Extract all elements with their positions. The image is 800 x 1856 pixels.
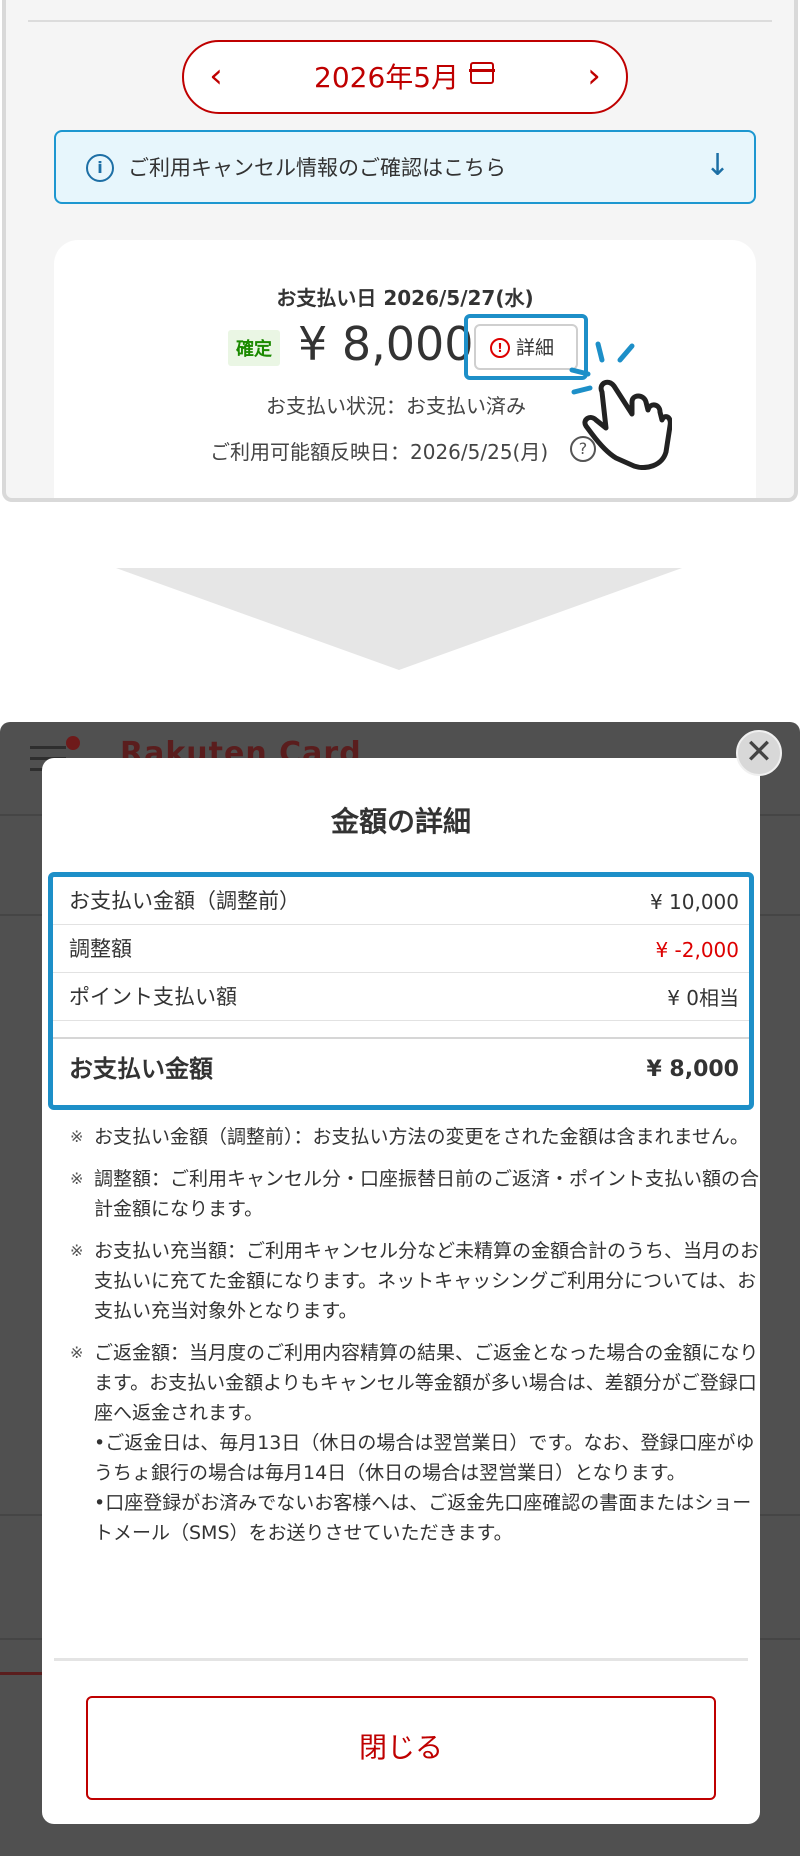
arrow-down-icon: ↓ — [704, 148, 730, 183]
total-label: お支払い金額 — [69, 1055, 213, 1083]
available-amount-date: ご利用可能額反映日：2026/5/25(月) — [210, 440, 549, 464]
table-row: ポイント支払い額 ¥ 0相当 — [53, 973, 749, 1021]
table-row: お支払い金額（調整前） ¥ 10,000 — [53, 877, 749, 925]
payment-summary-panel: ‹ 2026年5月 › i ご利用キャンセル情報のご確認はこちら ↓ お支払い日… — [2, 0, 798, 502]
note-item: ※ ご返金額：当月度のご利用内容精算の結果、ご返金となった場合の金額になります。… — [70, 1338, 760, 1548]
menu-icon — [30, 746, 66, 749]
chevron-right-icon[interactable]: › — [574, 56, 614, 96]
row-label: ポイント支払い額 — [69, 985, 237, 1009]
info-icon: i — [86, 154, 114, 182]
close-button[interactable]: 閉じる — [86, 1696, 716, 1800]
close-icon[interactable]: ✕ — [736, 730, 782, 776]
note-text: ご返金額：当月度のご利用内容精算の結果、ご返金となった場合の金額になります。お支… — [94, 1342, 759, 1424]
amount-detail-modal: 金額の詳細 お支払い金額（調整前） ¥ 10,000 調整額 ¥ -2,000 … — [42, 758, 760, 1824]
note-text: お支払い金額（調整前）：お支払い方法の変更をされた金額は含まれません。 — [94, 1126, 749, 1148]
total-row: お支払い金額 ¥ 8,000 — [53, 1037, 749, 1099]
hand-pointer-icon — [569, 341, 672, 470]
chevron-left-icon[interactable]: ‹ — [196, 56, 236, 96]
note-mark: ※ — [70, 1241, 84, 1260]
table-row: 調整額 ¥ -2,000 — [53, 925, 749, 973]
cancel-info-text: ご利用キャンセル情報のご確認はこちら — [128, 156, 506, 180]
divider — [54, 1658, 748, 1661]
row-value: ¥ 10,000 — [649, 890, 739, 914]
row-value: ¥ 0相当 — [667, 986, 739, 1010]
note-mark: ※ — [70, 1127, 84, 1146]
cancel-info-banner[interactable]: i ご利用キャンセル情報のご確認はこちら ↓ — [54, 130, 756, 204]
note-bullet: •口座登録がお済みでないお客様へは、ご返金先口座確認の書面またはショートメール（… — [94, 1492, 752, 1544]
row-label: お支払い金額（調整前） — [69, 889, 300, 913]
note-text: 調整額：ご利用キャンセル分・口座振替日前のご返済・ポイント支払い額の合計金額にな… — [94, 1168, 760, 1220]
note-item: ※ お支払い充当額：ご利用キャンセル分など未精算の金額合計のうち、当月のお支払い… — [70, 1236, 760, 1326]
note-mark: ※ — [70, 1343, 84, 1362]
amount-table: お支払い金額（調整前） ¥ 10,000 調整額 ¥ -2,000 ポイント支払… — [48, 872, 754, 1110]
note-bullet: •ご返金日は、毎月13日（休日の場合は翌営業日）です。なお、登録口座がゆうちょ銀… — [94, 1432, 755, 1484]
app-screen-with-modal: Rakuten Card 金額の詳細 お支払い金額（調整前） ¥ 10,000 … — [0, 722, 800, 1856]
payment-amount: ¥ 8,000 — [298, 317, 474, 371]
alert-icon: ! — [490, 338, 510, 358]
calendar-icon[interactable] — [469, 62, 495, 84]
note-item: ※ お支払い金額（調整前）：お支払い方法の変更をされた金額は含まれません。 — [70, 1122, 760, 1152]
note-item: ※ 調整額：ご利用キャンセル分・口座振替日前のご返済・ポイント支払い額の合計金額… — [70, 1164, 760, 1224]
row-label: 調整額 — [69, 937, 132, 961]
note-mark: ※ — [70, 1169, 84, 1188]
month-selector[interactable]: ‹ 2026年5月 › — [182, 40, 628, 114]
divider — [28, 20, 772, 22]
transition-arrow — [116, 568, 682, 670]
total-value: ¥ 8,000 — [646, 1057, 739, 1082]
note-text: お支払い充当額：ご利用キャンセル分など未精算の金額合計のうち、当月のお支払いに充… — [94, 1240, 760, 1322]
notification-dot — [66, 736, 80, 750]
payment-date: お支払い日 2026/5/27(水) — [276, 286, 534, 310]
month-label[interactable]: 2026年5月 — [314, 60, 459, 96]
payment-status: お支払い状況：お支払い済み — [266, 394, 526, 418]
confirmed-badge: 確定 — [228, 330, 280, 366]
row-value: ¥ -2,000 — [655, 938, 739, 962]
detail-button-label: 詳細 — [516, 337, 555, 359]
modal-title: 金額の詳細 — [330, 805, 471, 838]
notes-list: ※ お支払い金額（調整前）：お支払い方法の変更をされた金額は含まれません。 ※ … — [70, 1122, 760, 1560]
